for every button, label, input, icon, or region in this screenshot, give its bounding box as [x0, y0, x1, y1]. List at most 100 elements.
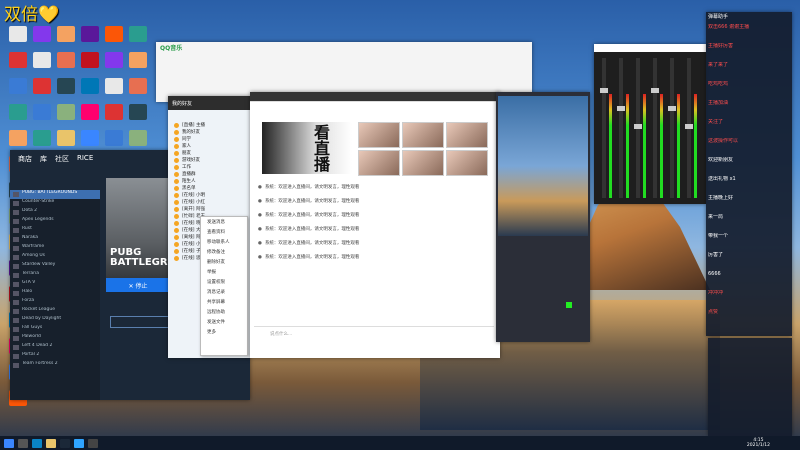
volume-fader[interactable]	[617, 58, 625, 198]
fader-knob[interactable]	[634, 124, 642, 129]
obs-window[interactable]	[496, 92, 590, 342]
desktop-icon[interactable]	[105, 130, 123, 146]
context-menu-item[interactable]: 发送文件	[201, 317, 247, 327]
volume-fader[interactable]	[634, 58, 642, 198]
gift-panel-window[interactable]	[708, 338, 792, 436]
buddy-item[interactable]: 游戏好友	[168, 157, 250, 164]
desktop-icon[interactable]	[105, 78, 123, 94]
desktop-icon[interactable]	[81, 104, 99, 120]
viewer-cam[interactable]	[358, 122, 400, 148]
desktop-icon[interactable]	[57, 78, 75, 94]
desktop-icon[interactable]	[105, 52, 123, 68]
context-menu-item[interactable]: 远程协助	[201, 307, 247, 317]
viewer-cam[interactable]	[446, 122, 488, 148]
volume-fader[interactable]	[668, 58, 676, 198]
context-menu-item[interactable]: 设置权限	[201, 277, 247, 287]
game-list-item[interactable]: Among Us	[10, 253, 100, 262]
taskbar-clock[interactable]: 4:15 2021/1/12	[747, 438, 770, 448]
desktop-icon[interactable]	[129, 104, 147, 120]
desktop-icon[interactable]	[57, 104, 75, 120]
live-room-window[interactable]: 看直播 系统：欢迎进入直播间，请文明发言，理性观看系统：欢迎进入直播间，请文明发…	[250, 92, 500, 358]
qq-icon[interactable]	[74, 438, 84, 448]
desktop-icon[interactable]	[129, 78, 147, 94]
buddy-item[interactable]: 直播群	[168, 171, 250, 178]
desktop-icon[interactable]	[33, 26, 51, 42]
context-menu-item[interactable]: 移动联系人	[201, 237, 247, 247]
game-list-item[interactable]: Terraria	[10, 271, 100, 280]
context-menu-item[interactable]: 消息记录	[201, 287, 247, 297]
buddy-item[interactable]: 陌生人	[168, 178, 250, 185]
game-list-item[interactable]: Left 4 Dead 2	[10, 343, 100, 352]
game-list-item[interactable]: Warframe	[10, 244, 100, 253]
edge-icon[interactable]	[32, 438, 42, 448]
buddy-item[interactable]: 黑名单	[168, 185, 250, 192]
game-list-item[interactable]: GTA V	[10, 280, 100, 289]
game-list-item[interactable]: Palworld	[10, 334, 100, 343]
context-menu[interactable]: 发送消息 查看资料 移动联系人 修改备注 删除好友 举报 设置权限 消息记录 共享屏幕 远程协助发…	[200, 216, 248, 356]
buddy-item[interactable]: 朋友	[168, 150, 250, 157]
danmaku-chat-window[interactable]: 弹幕助手 双击666 谢谢主播 主播好厉害 来了来了 吃鸡吃鸡 主播加油 关注了 这波操作可…	[706, 12, 792, 336]
buddy-item[interactable]: 同学	[168, 136, 250, 143]
start-icon[interactable]	[4, 438, 14, 448]
search-icon[interactable]	[18, 438, 28, 448]
viewer-cam[interactable]	[402, 150, 444, 176]
fader-knob[interactable]	[668, 106, 676, 111]
desktop-icon[interactable]	[33, 130, 51, 146]
nav-library[interactable]: 库	[40, 154, 47, 164]
desktop-icon[interactable]	[9, 104, 27, 120]
game-list-item[interactable]: Dead by Daylight	[10, 316, 100, 325]
context-menu-item[interactable]: 查看资料	[201, 227, 247, 237]
desktop-icon[interactable]	[129, 52, 147, 68]
desktop-icon[interactable]	[81, 130, 99, 146]
buddy-item[interactable]: 家人	[168, 143, 250, 150]
context-menu-item[interactable]: 发送消息	[201, 217, 247, 227]
game-library-list[interactable]: PUBG: BATTLEGROUNDS Counter-Strike Dota 2A…	[10, 190, 100, 400]
context-menu-item[interactable]: 举报	[201, 267, 247, 277]
desktop-icon[interactable]	[57, 52, 75, 68]
game-list-item[interactable]: Naraka	[10, 235, 100, 244]
stop-game-button[interactable]: ✕ 停止	[106, 278, 170, 292]
game-list-item[interactable]: Rust	[10, 226, 100, 235]
live-chat-input[interactable]: 说点什么...	[254, 326, 494, 340]
audio-mixer-window[interactable]	[594, 44, 706, 204]
fader-knob[interactable]	[600, 88, 608, 93]
nav-user[interactable]: RICE	[77, 154, 93, 164]
viewer-cam[interactable]	[446, 150, 488, 176]
context-menu-item[interactable]: 删除好友	[201, 257, 247, 267]
desktop-icon[interactable]	[33, 52, 51, 68]
nav-community[interactable]: 社区	[55, 154, 69, 164]
folder-icon[interactable]	[46, 438, 56, 448]
game-list-item[interactable]: Stardew Valley	[10, 262, 100, 271]
buddy-item[interactable]: 工作	[168, 164, 250, 171]
game-list-item[interactable]: Dota 2	[10, 208, 100, 217]
desktop-icon[interactable]	[9, 130, 27, 146]
desktop-icon[interactable]	[9, 26, 27, 42]
game-list-item[interactable]: Portal 2	[10, 352, 100, 361]
desktop-icon[interactable]	[33, 104, 51, 120]
browser-tab[interactable]: QQ音乐	[160, 43, 182, 52]
volume-fader[interactable]	[600, 58, 608, 198]
game-list-item[interactable]: Forza	[10, 298, 100, 307]
buddy-item[interactable]: 我的好友	[168, 129, 250, 136]
desktop-icon[interactable]	[105, 26, 123, 42]
desktop-icon[interactable]	[81, 52, 99, 68]
desktop-icon[interactable]	[129, 26, 147, 42]
buddy-item[interactable]: [离开] 阿强	[168, 206, 250, 213]
volume-fader[interactable]	[685, 58, 693, 198]
volume-fader[interactable]	[651, 58, 659, 198]
fader-knob[interactable]	[617, 106, 625, 111]
desktop-icon[interactable]	[57, 130, 75, 146]
desktop-icon[interactable]	[9, 52, 27, 68]
desktop-icon[interactable]	[33, 78, 51, 94]
viewer-cam[interactable]	[358, 150, 400, 176]
game-list-item[interactable]: PUBG: BATTLEGROUNDS	[10, 190, 100, 199]
fader-knob[interactable]	[685, 124, 693, 129]
context-menu-item[interactable]: 修改备注	[201, 247, 247, 257]
desktop-icon[interactable]	[129, 130, 147, 146]
buddy-item[interactable]: [直播] 主播	[168, 122, 250, 129]
game-list-item[interactable]: Rocket League	[10, 307, 100, 316]
game-list-item[interactable]: Halo	[10, 289, 100, 298]
game-list-item[interactable]: Fall Guys	[10, 325, 100, 334]
game-list-item[interactable]: Apex Legends	[10, 217, 100, 226]
desktop-icon[interactable]	[105, 104, 123, 120]
